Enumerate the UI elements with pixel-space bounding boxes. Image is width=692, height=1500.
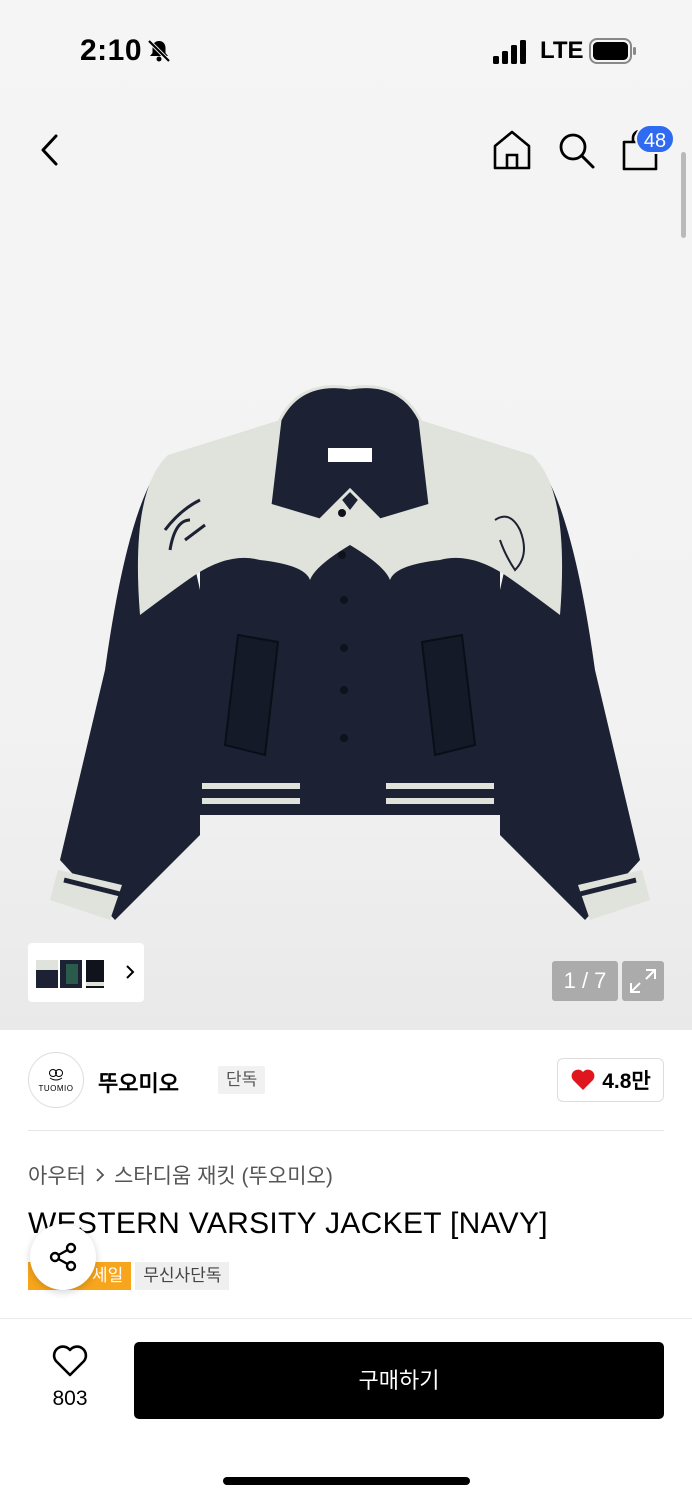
brand-name[interactable]: 뚜오미오 [98, 1066, 179, 1098]
home-indicator[interactable] [223, 1477, 470, 1485]
thumbnail-3[interactable] [82, 950, 108, 996]
breadcrumb-category[interactable]: 아우터 [28, 1160, 86, 1190]
back-icon[interactable] [34, 130, 66, 170]
scrollbar[interactable] [681, 152, 686, 238]
brand-like-count: 4.8만 [602, 1070, 651, 1093]
battery-icon [589, 38, 636, 64]
buy-button[interactable]: 구매하기 [134, 1342, 664, 1419]
bell-off-icon [147, 39, 171, 63]
brand-row: TUOMIO 뚜오미오 단독 4.8만 [28, 1052, 664, 1110]
heart-outline-icon [52, 1345, 88, 1377]
wish-count: 803 [52, 1387, 88, 1410]
product-title: WESTERN VARSITY JACKET [NAVY] [28, 1207, 548, 1240]
home-icon[interactable] [491, 128, 533, 172]
divider [28, 1130, 664, 1131]
product-jacket-image [50, 385, 650, 920]
search-icon[interactable] [556, 130, 596, 170]
share-button[interactable] [30, 1224, 96, 1290]
brand-logo[interactable]: TUOMIO [28, 1052, 84, 1108]
chevron-right-icon[interactable] [124, 961, 136, 983]
breadcrumb: 아우터 스타디움 재킷 (뚜오미오) [28, 1160, 333, 1190]
thumbnail-2[interactable] [58, 950, 84, 996]
thumbnail-strip[interactable] [28, 943, 144, 1002]
image-pager: 1 / 7 [552, 961, 618, 1001]
breadcrumb-subcategory[interactable]: 스타디움 재킷 (뚜오미오) [114, 1160, 333, 1190]
signal-icon [493, 40, 526, 64]
cart-count-badge: 48 [635, 124, 675, 154]
share-icon [49, 1242, 77, 1272]
chevron-right-icon [96, 1168, 105, 1182]
brand-logo-text: TUOMIO [38, 1083, 74, 1093]
heart-filled-icon [571, 1069, 595, 1090]
product-image-area[interactable]: 2:10 LTE 48 1 / 7 [0, 0, 692, 1030]
thumbnail-1[interactable] [34, 950, 60, 996]
wish-button[interactable]: 803 [38, 1344, 102, 1411]
expand-icon[interactable] [622, 961, 664, 1001]
brand-logo-mark [49, 1068, 63, 1080]
status-bar: 2:10 LTE [0, 0, 692, 100]
brand-exclusive-tag: 단독 [218, 1066, 266, 1094]
exclusive-tag: 무신사단독 [135, 1262, 230, 1290]
brand-like-button[interactable]: 4.8만 [557, 1058, 664, 1102]
network-label: LTE [540, 37, 584, 64]
status-time: 2:10 [80, 34, 143, 67]
bottom-bar-divider [0, 1318, 692, 1319]
